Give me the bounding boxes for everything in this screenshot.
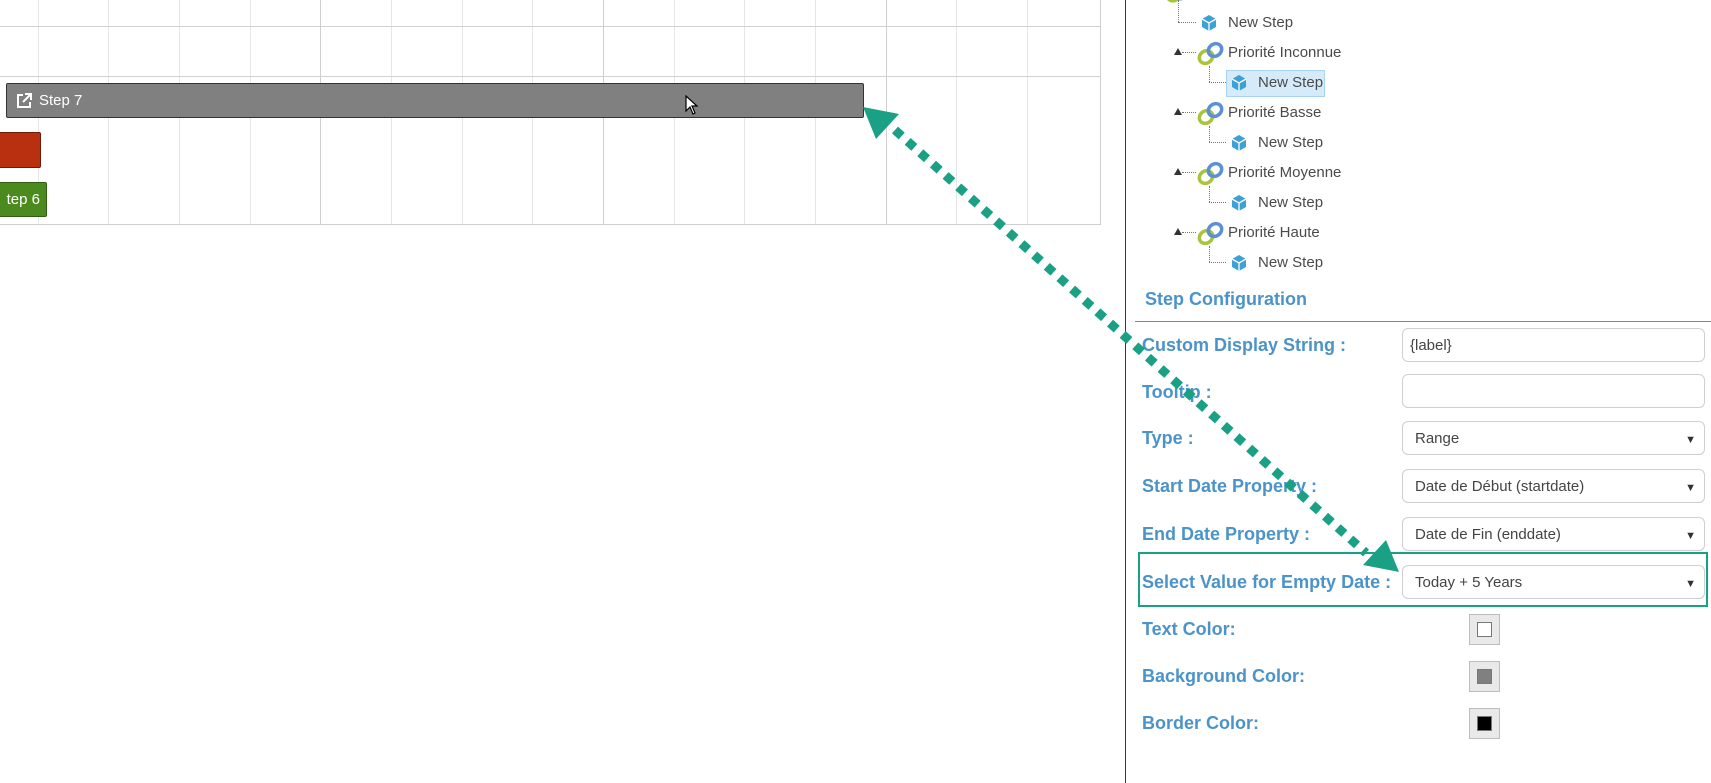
mouse-cursor-icon — [685, 95, 699, 115]
tree-group-priorite-haute[interactable]: Priorité Haute — [1228, 224, 1320, 241]
tree-group-priorite-basse[interactable]: Priorité Basse — [1228, 104, 1321, 121]
border-color-picker[interactable] — [1469, 708, 1500, 739]
chevron-down-icon: ▼ — [1685, 482, 1696, 494]
end-date-property-label: End Date Property : — [1142, 524, 1311, 544]
section-divider — [1135, 321, 1711, 322]
grid-line — [1027, 0, 1028, 224]
custom-display-string-label: Custom Display String : — [1142, 335, 1347, 355]
tooltip-input[interactable] — [1402, 374, 1705, 408]
custom-display-string-input[interactable]: {label} — [1402, 328, 1705, 362]
gantt-chart: Step 7 tep 6 — [0, 0, 1101, 225]
tree-item-new-step[interactable]: New Step — [1258, 134, 1323, 151]
tree-group-priorite-inconnue[interactable]: Priorité Inconnue — [1228, 44, 1341, 61]
tree-item-new-step[interactable]: New Step — [1258, 194, 1323, 211]
tree-item-new-step[interactable]: New Step — [1258, 254, 1323, 271]
gantt-bar-step-6[interactable]: tep 6 — [0, 182, 47, 217]
section-title: Step Configuration — [1145, 289, 1307, 309]
row-divider — [0, 26, 1100, 27]
link-icon — [1197, 161, 1224, 186]
tree-item-new-step[interactable]: New Step — [1228, 14, 1293, 31]
type-select-value: Range — [1415, 429, 1460, 447]
end-date-select-value: Date de Fin (enddate) — [1415, 525, 1561, 543]
start-date-property-select[interactable]: Date de Début (startdate) ▼ — [1402, 469, 1705, 503]
chevron-down-icon: ▼ — [1685, 434, 1696, 446]
text-color-picker[interactable] — [1469, 614, 1500, 645]
end-date-property-select[interactable]: Date de Fin (enddate) ▼ — [1402, 517, 1705, 551]
type-select[interactable]: Range ▼ — [1402, 421, 1705, 455]
gantt-bar-step-7[interactable]: Step 7 — [6, 83, 864, 118]
cube-icon — [1231, 255, 1247, 271]
link-icon — [1167, 0, 1183, 3]
background-color-picker[interactable] — [1469, 661, 1500, 692]
grid-line — [956, 0, 957, 224]
grid-line — [886, 0, 887, 224]
tree-group-priorite-moyenne[interactable]: Priorité Moyenne — [1228, 164, 1341, 181]
cube-icon — [1231, 195, 1247, 211]
tree-item-new-step-selected[interactable]: New Step — [1258, 74, 1323, 91]
text-color-label: Text Color: — [1142, 619, 1236, 639]
type-label: Type : — [1142, 428, 1194, 448]
background-color-label: Background Color: — [1142, 666, 1306, 686]
link-icon — [1197, 221, 1224, 246]
cube-icon — [1231, 135, 1247, 151]
border-color-swatch — [1477, 716, 1492, 731]
link-icon — [1197, 101, 1224, 126]
background-color-swatch — [1477, 669, 1492, 684]
external-link-icon[interactable] — [15, 92, 33, 110]
gantt-bar-label: Step 7 — [39, 92, 83, 109]
chevron-down-icon: ▼ — [1685, 530, 1696, 542]
gantt-bar[interactable] — [0, 132, 41, 168]
annotation-highlight-box — [1138, 552, 1708, 607]
start-date-property-label: Start Date Property : — [1142, 476, 1318, 496]
cube-icon — [1231, 75, 1247, 91]
link-icon — [1197, 41, 1224, 66]
row-divider — [0, 76, 1100, 77]
tooltip-label: Tooltip : — [1142, 382, 1212, 402]
border-color-label: Border Color: — [1142, 713, 1259, 733]
cube-icon — [1201, 15, 1217, 31]
gantt-bar-label: tep 6 — [6, 191, 40, 208]
start-date-select-value: Date de Début (startdate) — [1415, 477, 1585, 495]
text-color-swatch — [1477, 622, 1492, 637]
